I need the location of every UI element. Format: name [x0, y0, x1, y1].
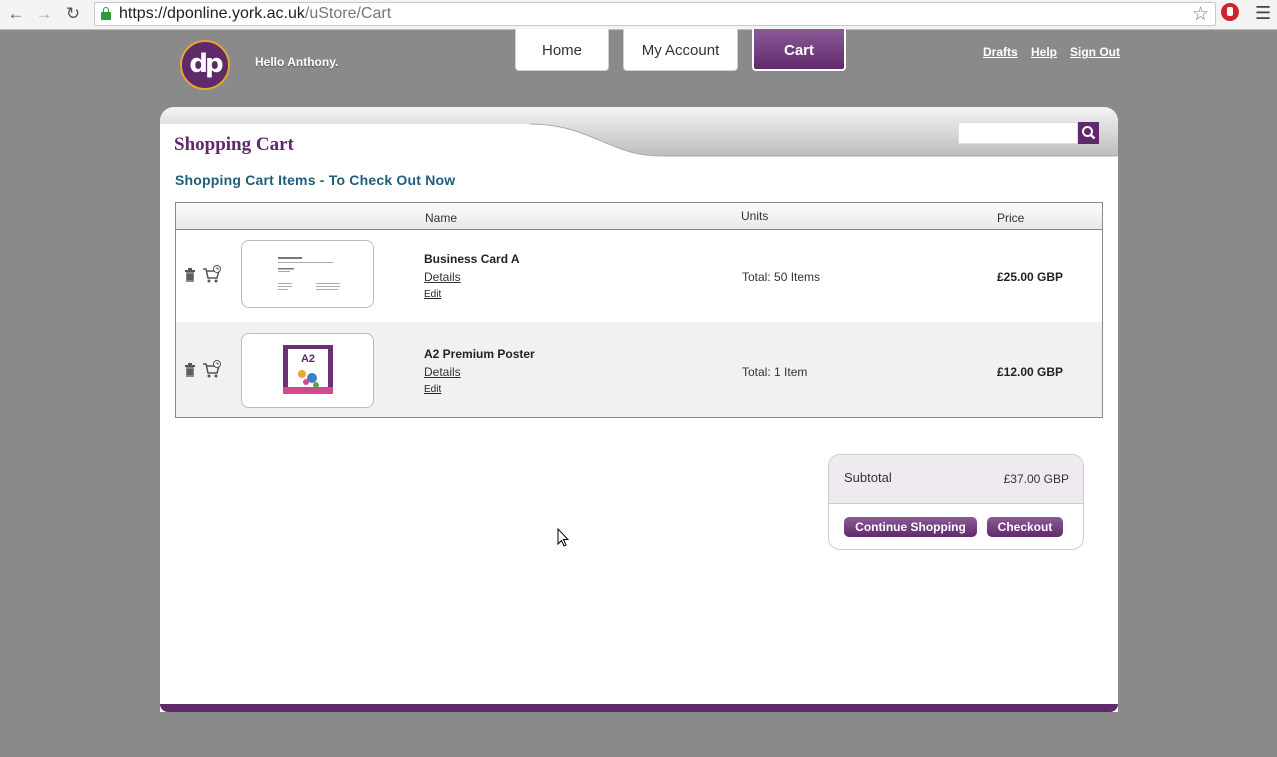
browser-menu-icon[interactable]: ☰	[1255, 3, 1271, 24]
magnifier-icon	[1082, 126, 1096, 140]
lock-icon	[101, 7, 111, 20]
column-header-name: Name	[425, 211, 458, 225]
mouse-cursor-icon	[557, 528, 569, 547]
table-header: Name Units Price	[176, 203, 1102, 230]
tab-cart[interactable]: Cart	[752, 29, 846, 71]
url-text: https://dponline.york.ac.uk/uStore/Cart	[119, 5, 392, 22]
search-input[interactable]	[958, 122, 1078, 144]
trash-icon[interactable]	[184, 363, 196, 377]
save-for-later-cart-icon[interactable]	[202, 265, 222, 283]
details-link[interactable]: Details	[424, 365, 461, 379]
table-row: A2 A2 Premium Poster Details Edit Total:…	[176, 322, 1102, 417]
column-header-units: Units	[741, 209, 769, 223]
cart-subheading: Shopping Cart Items - To Check Out Now	[175, 172, 456, 188]
extension-stop-icon[interactable]	[1221, 3, 1239, 21]
search-button[interactable]	[1078, 122, 1099, 144]
column-header-price: Price	[997, 211, 1025, 225]
trash-icon[interactable]	[184, 268, 196, 282]
forward-arrow-icon[interactable]: →	[34, 4, 54, 24]
item-units: Total: 1 Item	[742, 365, 808, 379]
poster-size-label: A2	[301, 353, 315, 365]
browser-toolbar: ← → ↻ https://dponline.york.ac.uk/uStore…	[0, 0, 1277, 30]
tab-my-account[interactable]: My Account	[623, 29, 738, 71]
reload-icon[interactable]: ↻	[63, 4, 83, 24]
continue-shopping-button[interactable]: Continue Shopping	[844, 517, 977, 537]
greeting-text: Hello Anthony.	[255, 55, 339, 69]
item-price: £12.00 GBP	[997, 365, 1064, 379]
details-link[interactable]: Details	[424, 270, 461, 284]
page-title: Shopping Cart	[174, 134, 294, 155]
item-name[interactable]: A2 Premium Poster	[424, 347, 535, 361]
back-arrow-icon[interactable]: ←	[6, 4, 26, 24]
content-panel: Shopping Cart Shopping Cart Items - To C…	[160, 107, 1118, 712]
edit-link[interactable]: Edit	[424, 289, 441, 300]
drafts-link[interactable]: Drafts	[983, 45, 1018, 59]
cart-table: Name Units Price Business Card A Details…	[175, 202, 1103, 418]
tab-home[interactable]: Home	[515, 29, 609, 71]
poster-thumbnail[interactable]: A2	[241, 333, 374, 408]
table-row: Business Card A Details Edit Total: 50 I…	[176, 230, 1102, 322]
item-price: £25.00 GBP	[997, 270, 1064, 284]
business-card-thumbnail[interactable]	[241, 240, 374, 308]
save-for-later-cart-icon[interactable]	[202, 360, 222, 378]
address-bar[interactable]: https://dponline.york.ac.uk/uStore/Cart …	[94, 2, 1216, 26]
bookmark-star-icon[interactable]: ☆	[1192, 3, 1209, 26]
order-summary: Subtotal £37.00 GBP Continue Shopping Ch…	[828, 454, 1084, 550]
item-name[interactable]: Business Card A	[424, 252, 520, 266]
subtotal-label: Subtotal	[844, 470, 892, 485]
checkout-button[interactable]: Checkout	[987, 517, 1063, 537]
site-logo[interactable]: dp	[180, 40, 230, 90]
subtotal-row: Subtotal £37.00 GBP	[829, 455, 1083, 504]
sign-out-link[interactable]: Sign Out	[1070, 45, 1120, 59]
help-link[interactable]: Help	[1031, 45, 1057, 59]
panel-footer-bar	[160, 704, 1118, 712]
subtotal-value: £37.00 GBP	[1003, 472, 1069, 486]
edit-link[interactable]: Edit	[424, 384, 441, 395]
item-units: Total: 50 Items	[742, 270, 821, 284]
